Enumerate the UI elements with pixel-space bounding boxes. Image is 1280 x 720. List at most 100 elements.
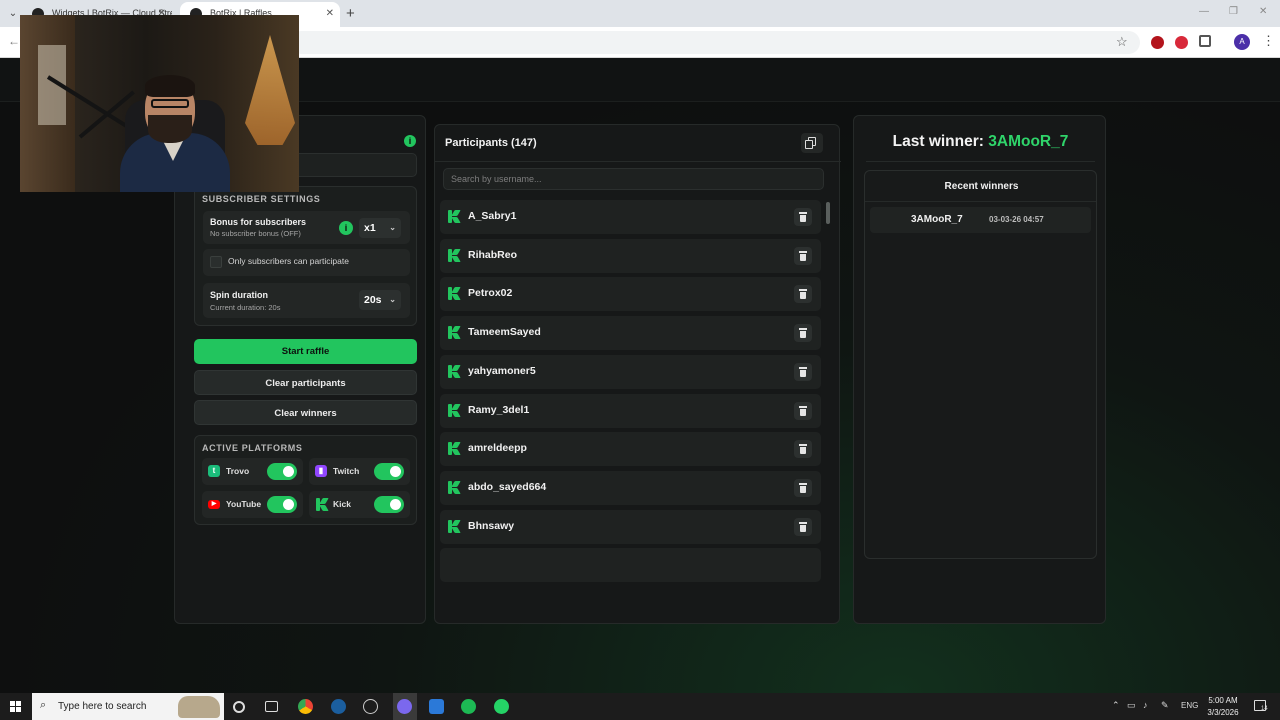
profile-avatar[interactable]: A <box>1234 34 1250 50</box>
clear-participants-button[interactable]: Clear participants <box>194 370 417 395</box>
participant-row: RihabReo <box>440 238 821 273</box>
kick-icon <box>448 364 461 378</box>
delete-participant-button[interactable] <box>794 362 812 381</box>
participant-name: amreldeepp <box>468 442 527 455</box>
clear-winners-button[interactable]: Clear winners <box>194 400 417 425</box>
trash-icon <box>799 250 807 253</box>
task-view-icon[interactable] <box>265 701 278 712</box>
subscriber-settings-title: SUBSCRIBER SETTINGS <box>202 194 321 204</box>
volume-icon[interactable]: ♪ <box>1143 700 1148 710</box>
participant-name: TameemSayed <box>468 326 541 339</box>
url-input[interactable] <box>290 31 1140 54</box>
delete-participant-button[interactable] <box>794 324 812 343</box>
adblock-extension-icon[interactable] <box>1175 36 1188 49</box>
delete-participant-button[interactable] <box>794 440 812 459</box>
streaming-app-icon[interactable] <box>397 699 412 714</box>
delete-participant-button[interactable] <box>794 246 812 265</box>
delete-participant-button[interactable] <box>794 478 812 497</box>
whatsapp-icon[interactable] <box>494 699 509 714</box>
kick-toggle[interactable] <box>374 496 404 513</box>
youtube-toggle[interactable] <box>267 496 297 513</box>
chevron-down-icon: ⌄ <box>389 295 396 304</box>
twitch-icon: ▮ <box>315 465 327 477</box>
youtube-icon: ▶ <box>208 500 220 509</box>
delete-participant-button[interactable] <box>794 401 812 420</box>
recent-winner-time: 03-03-26 04:57 <box>989 215 1044 224</box>
tab-search-icon[interactable]: ⌄ <box>6 7 20 21</box>
recent-winner-row: 3AMooR_7 03-03-26 04:57 <box>870 207 1091 233</box>
language-indicator[interactable]: ENG <box>1181 701 1198 710</box>
streamer-hair <box>145 75 195 97</box>
trash-icon <box>799 482 807 485</box>
minimize-icon[interactable]: — <box>1199 6 1209 17</box>
pen-icon[interactable]: ✎ <box>1161 700 1169 711</box>
extensions-puzzle-icon[interactable] <box>1199 35 1211 47</box>
toggle-knob <box>390 499 401 510</box>
search-icon: ⌕ <box>40 699 47 711</box>
participant-row: Petrox02 <box>440 277 821 312</box>
chevron-down-icon: ⌄ <box>389 223 396 232</box>
app-icon[interactable] <box>363 699 378 714</box>
kick-icon <box>448 519 461 533</box>
kick-icon <box>448 403 461 417</box>
twitch-toggle[interactable] <box>374 463 404 480</box>
start-raffle-button[interactable]: Start raffle <box>194 339 417 364</box>
trash-icon <box>799 328 807 331</box>
bonus-info-icon[interactable]: i <box>339 221 353 235</box>
steam-icon[interactable] <box>331 699 346 714</box>
delete-participant-button[interactable] <box>794 517 812 536</box>
glasses <box>151 99 189 108</box>
bookmark-star-icon[interactable]: ☆ <box>1116 34 1128 50</box>
taskbar-search[interactable]: ⌕ Type here to search <box>32 693 224 720</box>
search-highlight-image <box>178 696 220 718</box>
participant-name: Ramy_3del1 <box>468 403 530 416</box>
extension-shield-icon[interactable] <box>1151 36 1164 49</box>
scrollbar-thumb[interactable] <box>826 202 830 224</box>
tab-close-icon[interactable]: ✕ <box>326 2 334 25</box>
show-hidden-icons-icon[interactable]: ⌃ <box>1112 700 1120 711</box>
bonus-title: Bonus for subscribers <box>210 217 307 227</box>
active-platforms-card: ACTIVE PLATFORMS t Trovo ▮ Twitch ▶ YouT… <box>194 435 417 525</box>
only-subscribers-row[interactable]: Only subscribers can participate <box>203 249 410 276</box>
mail-icon[interactable] <box>429 699 444 714</box>
participants-panel: Participants (147) A_Sabry1 RihabReo Petro… <box>434 124 841 624</box>
spin-duration-select[interactable]: 20s ⌄ <box>359 290 401 310</box>
info-icon[interactable]: i <box>404 135 416 147</box>
browser-menu-icon[interactable]: ⋮ <box>1262 33 1275 49</box>
participant-list: A_Sabry1 RihabReo Petrox02 TameemSayed yahya… <box>440 200 822 615</box>
platform-label: Twitch <box>333 466 360 476</box>
network-icon[interactable]: ▭ <box>1127 700 1136 711</box>
active-platforms-title: ACTIVE PLATFORMS <box>202 443 303 453</box>
spotify-icon[interactable] <box>461 699 476 714</box>
notification-count: 14 <box>1261 706 1268 712</box>
windows-start-icon[interactable] <box>10 701 21 712</box>
restore-icon[interactable]: ❐ <box>1229 6 1238 17</box>
taskbar-clock[interactable]: 5:00 AM 3/3/2026 <box>1200 695 1246 719</box>
only-subscribers-checkbox[interactable] <box>210 256 222 268</box>
participant-row: abdo_sayed664 <box>440 470 821 505</box>
participant-search-input[interactable] <box>443 168 824 190</box>
clock-date: 3/3/2026 <box>1207 708 1239 717</box>
divider <box>435 161 841 162</box>
bonus-multiplier-select[interactable]: x1 ⌄ <box>359 218 401 238</box>
participant-row: TameemSayed <box>440 316 821 351</box>
back-arrow-icon[interactable]: ← <box>8 34 20 48</box>
platform-trovo: t Trovo <box>202 458 303 485</box>
trash-icon <box>799 366 807 369</box>
participant-row: Bhnsawy <box>440 509 821 544</box>
trash-icon <box>799 405 807 408</box>
cortana-icon[interactable] <box>233 701 245 713</box>
delete-participant-button[interactable] <box>794 285 812 304</box>
new-tab-icon[interactable]: + <box>346 5 355 22</box>
copy-participants-button[interactable] <box>801 133 823 153</box>
trovo-toggle[interactable] <box>267 463 297 480</box>
divider <box>865 201 1096 202</box>
toggle-knob <box>283 466 294 477</box>
trash-icon <box>799 444 807 447</box>
close-window-icon[interactable]: ✕ <box>1259 6 1267 17</box>
participant-scrollbar[interactable] <box>826 200 830 615</box>
subscriber-bonus-row: Bonus for subscribers No subscriber bonu… <box>203 211 410 244</box>
bonus-subtitle: No subscriber bonus (OFF) <box>210 229 301 238</box>
delete-participant-button[interactable] <box>794 208 812 226</box>
chrome-icon[interactable] <box>298 699 313 714</box>
